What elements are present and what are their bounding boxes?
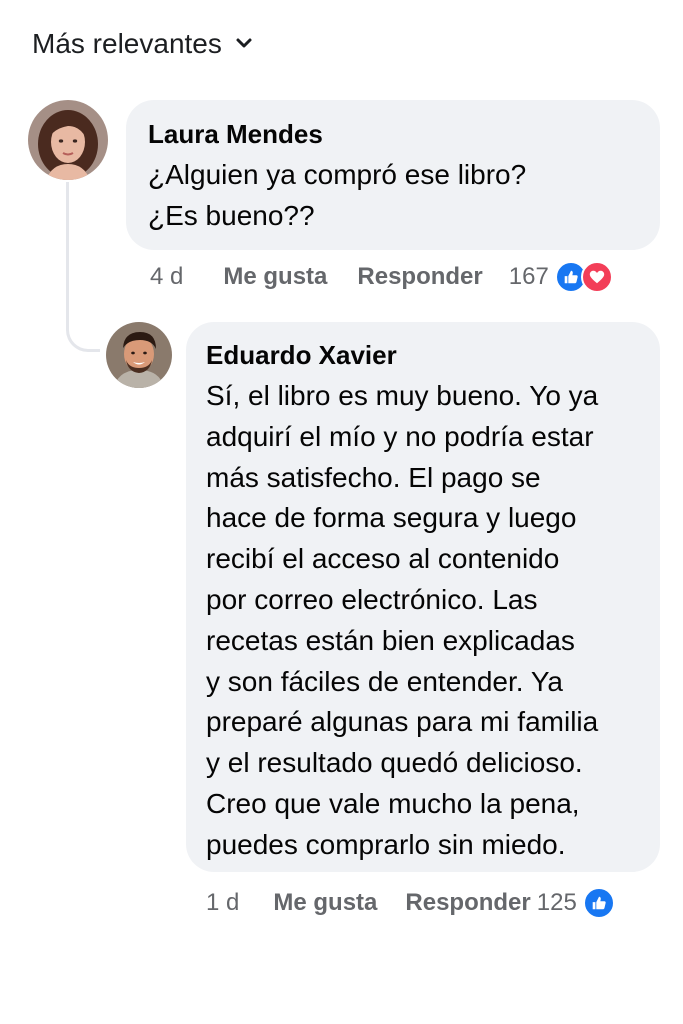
like-button[interactable]: Me gusta bbox=[223, 263, 327, 291]
comment-time[interactable]: 1 d bbox=[206, 889, 239, 917]
reaction-summary[interactable]: 167 bbox=[509, 261, 613, 293]
chevron-down-icon bbox=[234, 28, 254, 60]
reply-thread-line bbox=[66, 182, 100, 352]
like-icon bbox=[582, 887, 615, 919]
avatar-laura[interactable] bbox=[28, 100, 108, 180]
comment-author[interactable]: Eduardo Xavier bbox=[206, 340, 640, 370]
reaction-summary[interactable]: 125 bbox=[537, 887, 615, 919]
comment-bubble-2: Eduardo Xavier Sí, el libro es muy bueno… bbox=[186, 322, 660, 872]
love-icon bbox=[580, 261, 613, 293]
sort-label: Más relevantes bbox=[32, 28, 222, 59]
comment-bubble-1: Laura Mendes ¿Alguien ya compró ese libr… bbox=[126, 100, 660, 250]
like-button[interactable]: Me gusta bbox=[273, 889, 377, 917]
reaction-count: 167 bbox=[508, 263, 549, 290]
comment-text: ¿Alguien ya compró ese libro? ¿Es bueno?… bbox=[148, 159, 527, 231]
comment-actions-2: 1 d Me gusta Responder 125 bbox=[206, 886, 615, 920]
comment-author[interactable]: Laura Mendes bbox=[148, 119, 638, 149]
reply-button[interactable]: Responder bbox=[405, 889, 530, 917]
comment-actions-1: 4 d Me gusta Responder 167 bbox=[150, 260, 613, 294]
comment-time[interactable]: 4 d bbox=[150, 263, 183, 291]
comment-text: Sí, el libro es muy bueno. Yo ya adquirí… bbox=[206, 380, 599, 860]
sort-dropdown[interactable]: Más relevantes bbox=[32, 28, 254, 60]
reaction-count: 125 bbox=[536, 889, 577, 916]
avatar-eduardo[interactable] bbox=[106, 322, 172, 388]
reply-button[interactable]: Responder bbox=[357, 263, 482, 291]
